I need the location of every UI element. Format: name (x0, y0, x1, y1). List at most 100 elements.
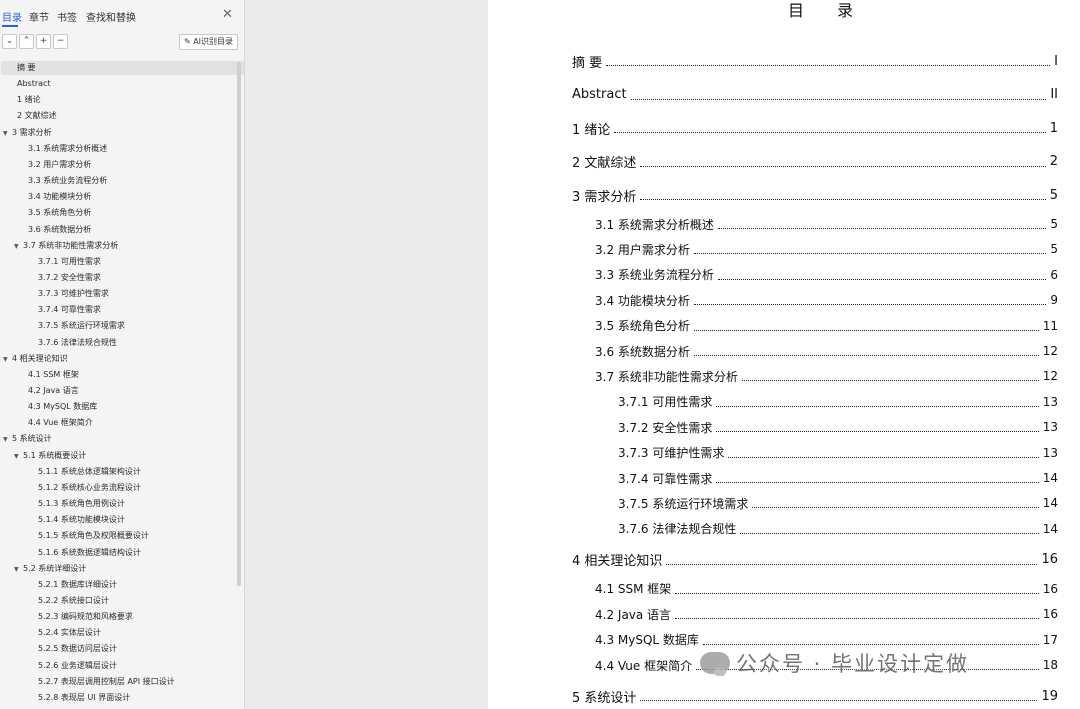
toc-entry[interactable]: 3.7.4 可靠性需求 14 (618, 468, 1058, 488)
sidebar-toc-item[interactable]: 3.3 系统业务流程分析 (28, 174, 107, 188)
sidebar-toc-item[interactable]: 4.1 SSM 框架 (28, 368, 79, 382)
toc-entry[interactable]: 3.7.3 可维护性需求 13 (618, 443, 1058, 463)
sidebar-toc-item[interactable]: 5.1.5 系统角色及权限概要设计 (38, 529, 149, 543)
sidebar-toc-item[interactable]: 3.7.2 安全性需求 (38, 271, 101, 285)
sidebar-toc-item[interactable]: 3.4 功能模块分析 (28, 190, 91, 204)
sidebar-toc-item[interactable]: 3.1 系统需求分析概述 (28, 142, 107, 156)
sidebar-toc-item[interactable]: 5.1.4 系统功能模块设计 (38, 513, 125, 527)
sidebar-toc-item[interactable]: 5.2.7 表现层调用控制层 API 接口设计 (38, 675, 175, 689)
sidebar-toc-label: 5.2.7 表现层调用控制层 API 接口设计 (38, 676, 175, 686)
sidebar-toc-item[interactable]: 2 文献综述 (17, 109, 57, 123)
toc-entry[interactable]: 2 文献综述 2 (572, 152, 1058, 172)
toc-entry[interactable]: 摘 要I (572, 51, 1058, 71)
toc-entry-page: 13 (1042, 445, 1058, 460)
tab-bookmarks[interactable]: 书签 (57, 9, 77, 24)
sidebar-toc-item[interactable]: ▼ 3 需求分析 (3, 126, 52, 140)
toc-entry[interactable]: 3.4 功能模块分析 9 (595, 290, 1058, 310)
tab-toc[interactable]: 目录 (2, 9, 22, 24)
toc-entry[interactable]: 3.7.6 法律法规合规性 14 (618, 519, 1058, 539)
sidebar-toc-item[interactable]: 5.2.8 表现层 UI 界面设计 (38, 691, 130, 705)
toc-entry[interactable]: 4 相关理论知识 16 (572, 550, 1058, 570)
sidebar-toc-item[interactable]: 5.2.1 数据库详细设计 (38, 578, 117, 592)
sidebar-toc-item[interactable]: 5.1.1 系统总体逻辑架构设计 (38, 465, 141, 479)
sidebar-toc-item[interactable]: 5.2.6 业务逻辑层设计 (38, 659, 117, 673)
toc-entry[interactable]: 4.1 SSM 框架 16 (595, 579, 1058, 599)
sidebar-toc-item[interactable]: 5.1.2 系统核心业务流程设计 (38, 481, 141, 495)
sidebar-toc-item[interactable]: 5.1.3 系统角色用例设计 (38, 497, 125, 511)
add-entry-button[interactable]: + (36, 34, 51, 49)
ai-recognize-toc-button[interactable]: ✎ AI识别目录 (179, 34, 238, 50)
dot-leader (741, 379, 1039, 382)
toc-entry[interactable]: 3.7 系统非功能性需求分析 12 (595, 366, 1058, 386)
toc-entry[interactable]: 3.7.5 系统运行环境需求 14 (618, 493, 1058, 513)
sidebar-toc-item[interactable]: 4.3 MySQL 数据库 (28, 400, 97, 414)
sidebar-toc-item[interactable]: ▼ 3.7 系统非功能性需求分析 (14, 239, 118, 253)
expand-caret-icon[interactable]: ▼ (14, 240, 23, 254)
sidebar-toc-label: 5.1.1 系统总体逻辑架构设计 (38, 466, 141, 476)
sidebar-toc-item[interactable]: 3.7.3 可维护性需求 (38, 287, 109, 301)
magic-wand-icon: ✎ (183, 37, 191, 46)
sidebar-toc-item[interactable]: 4.2 Java 语言 (28, 384, 79, 398)
sidebar-toc-item[interactable]: ▼ 4 相关理论知识 (3, 352, 68, 366)
toc-entry[interactable]: 3.6 系统数据分析 12 (595, 341, 1058, 361)
toc-entry[interactable]: 3.7.2 安全性需求 13 (618, 417, 1058, 437)
active-tab-indicator (2, 25, 18, 27)
sidebar-toc-label: 1 绪论 (17, 95, 41, 105)
sidebar-toc-item[interactable]: 3.5 系统角色分析 (28, 206, 91, 220)
collapse-all-button[interactable]: ⌄ (2, 34, 17, 49)
sidebar-toc-item[interactable]: ▼ 5 系统设计 (3, 432, 52, 446)
sidebar-toc-item[interactable]: 5.2.2 系统接口设计 (38, 594, 109, 608)
sidebar-toc-item[interactable]: 5.2.5 数据访问层设计 (38, 642, 117, 656)
toc-entry[interactable]: 4.2 Java 语言 16 (595, 604, 1058, 624)
sidebar-toc-item[interactable]: 3.6 系统数据分析 (28, 223, 91, 237)
toc-entry[interactable]: 3.3 系统业务流程分析 6 (595, 265, 1058, 285)
sidebar-scrollbar[interactable] (237, 62, 241, 586)
remove-entry-button[interactable]: − (53, 34, 68, 49)
sidebar-toc-item[interactable]: 摘 要 (1, 61, 244, 75)
sidebar-toc-item[interactable]: 3.7.6 法律法规合规性 (38, 336, 117, 350)
toc-sidebar: 目录 章节 书签 查找和替换 ✕ ⌄ ⌃ + − ✎ AI识别目录 摘 要 Abs… (0, 0, 245, 709)
toc-entry[interactable]: 3.1 系统需求分析概述 5 (595, 214, 1058, 234)
toc-entry[interactable]: 4.4 Vue 框架简介 18 (595, 655, 1058, 675)
sidebar-toc-label: 3.7.1 可用性需求 (38, 256, 101, 266)
toc-entry[interactable]: 4.3 MySQL 数据库 17 (595, 630, 1058, 650)
sidebar-toc-item[interactable]: 5.2.4 实体层设计 (38, 626, 101, 640)
dot-leader (606, 64, 1051, 66)
sidebar-toc-item[interactable]: 3.7.4 可靠性需求 (38, 303, 101, 317)
sidebar-toc-item[interactable]: ▼ 5.2 系统详细设计 (14, 562, 86, 576)
toc-entry-page: 14 (1042, 496, 1058, 511)
tab-chapters[interactable]: 章节 (29, 9, 49, 24)
sidebar-toc-item[interactable]: Abstract (17, 77, 51, 91)
expand-caret-icon[interactable]: ▼ (3, 127, 12, 141)
expand-caret-icon[interactable]: ▼ (14, 563, 23, 577)
toc-entry-title: 4.1 SSM 框架 (595, 582, 672, 597)
expand-caret-icon[interactable]: ▼ (14, 450, 23, 464)
dot-leader (630, 98, 1047, 100)
sidebar-toc-item[interactable]: 3.7.1 可用性需求 (38, 255, 101, 269)
tab-find-replace[interactable]: 查找和替换 (86, 9, 136, 24)
toc-entry[interactable]: 3 需求分析 5 (572, 185, 1058, 205)
sidebar-toc-item[interactable]: 4.4 Vue 框架简介 (28, 416, 93, 430)
expand-up-button[interactable]: ⌃ (19, 34, 34, 49)
toc-entry[interactable]: 5 系统设计 19 (572, 686, 1058, 706)
toc-entry-page: 14 (1042, 471, 1058, 485)
sidebar-toc-item[interactable]: 3.7.5 系统运行环境需求 (38, 319, 125, 333)
toc-entry[interactable]: 3.2 用户需求分析 5 (595, 239, 1058, 259)
expand-caret-icon[interactable]: ▼ (3, 433, 12, 447)
close-icon[interactable]: ✕ (222, 7, 233, 22)
sidebar-toc-label: 5.2.4 实体层设计 (38, 628, 101, 638)
toc-entry[interactable]: Abstract II (572, 85, 1058, 105)
toc-entry[interactable]: 3.5 系统角色分析 11 (595, 316, 1058, 336)
sidebar-toc-label: 摘 要 (17, 63, 36, 72)
sidebar-toc-item[interactable]: 5.2.3 编码规范和风格要求 (38, 610, 133, 624)
sidebar-toc-label: 3 需求分析 (12, 127, 52, 137)
dot-leader (717, 227, 1047, 229)
sidebar-toc-item[interactable]: ▼ 5.1 系统概要设计 (14, 449, 86, 463)
sidebar-toc-item[interactable]: 3.2 用户需求分析 (28, 158, 91, 172)
sidebar-toc-item[interactable]: 5.1.6 系统数据逻辑结构设计 (38, 546, 141, 560)
toc-entry-title: 3.1 系统需求分析概述 (595, 217, 714, 232)
toc-entry[interactable]: 1 绪论 1 (572, 118, 1058, 138)
sidebar-toc-item[interactable]: 1 绪论 (17, 93, 41, 107)
toc-entry[interactable]: 3.7.1 可用性需求 13 (618, 392, 1058, 412)
expand-caret-icon[interactable]: ▼ (3, 353, 12, 367)
